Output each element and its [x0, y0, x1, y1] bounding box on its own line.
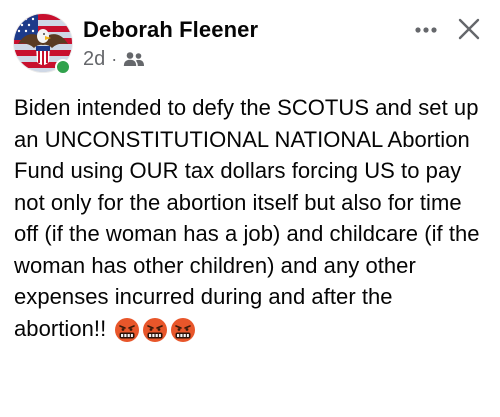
face-with-symbols-on-mouth-icon: [114, 317, 140, 343]
face-with-symbols-on-mouth-icon: [142, 317, 168, 343]
post-text: Biden intended to defy the SCOTUS and se…: [14, 95, 480, 341]
meta-separator: ·: [111, 49, 118, 69]
close-button[interactable]: [454, 14, 484, 44]
online-status-dot: [55, 59, 71, 75]
post-body: Biden intended to defy the SCOTUS and se…: [14, 92, 484, 344]
post-timestamp[interactable]: 2d: [83, 48, 105, 71]
more-horizontal-icon: [415, 27, 437, 33]
post-card: Deborah Fleener 2d · Biden intended to d…: [0, 0, 500, 417]
author-avatar-container[interactable]: [14, 14, 72, 75]
post-meta: 2d ·: [83, 47, 145, 71]
more-options-button[interactable]: [412, 18, 440, 42]
close-icon: [458, 18, 480, 40]
post-header: Deborah Fleener 2d ·: [14, 14, 486, 84]
emoji-group: [114, 317, 198, 343]
face-with-symbols-on-mouth-icon: [170, 317, 196, 343]
friends-icon[interactable]: [123, 51, 145, 67]
author-name[interactable]: Deborah Fleener: [83, 17, 258, 43]
